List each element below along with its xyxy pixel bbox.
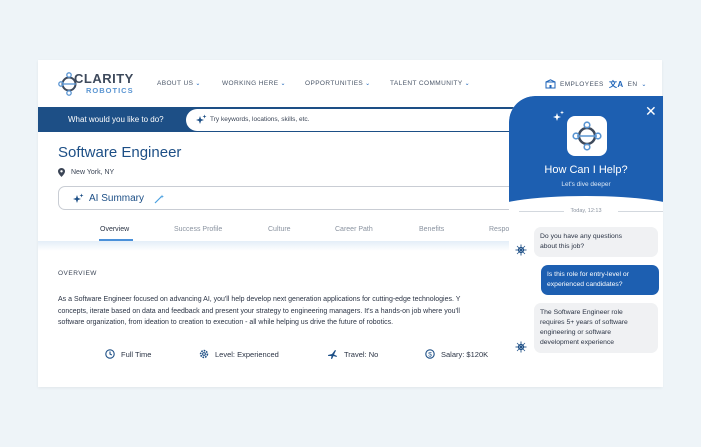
tab-benefits[interactable]: Benefits xyxy=(419,226,444,233)
gear-icon xyxy=(199,349,209,359)
assistant-logo xyxy=(567,116,607,156)
nav-working-here[interactable]: WORKING HERE ⌄ xyxy=(222,80,286,87)
nav-about-us[interactable]: ABOUT US ⌄ xyxy=(157,80,201,87)
robot-logo-icon xyxy=(572,121,602,151)
clock-icon xyxy=(105,349,115,359)
message-line: requires 5+ years of software xyxy=(540,319,628,326)
chat-message-bot: Do you have any questions about this job… xyxy=(534,227,658,257)
sparkle-icon xyxy=(196,114,207,124)
chevron-down-icon: ⌄ xyxy=(365,81,371,87)
clarity-robotics-logo[interactable]: CLARITY ROBOTICS xyxy=(58,70,133,98)
chat-assistant-panel: ✕ How Can I Help? Let's dive deeper Toda… xyxy=(509,96,663,387)
chat-title: How Can I Help? xyxy=(544,164,628,176)
svg-text:$: $ xyxy=(428,351,432,358)
close-icon[interactable]: ✕ xyxy=(645,104,657,118)
language-selector[interactable]: 文A EN ⌄ xyxy=(609,79,647,90)
nav-label: ABOUT US xyxy=(157,80,194,87)
chevron-down-icon: ⌄ xyxy=(641,82,647,88)
tab-success-profile[interactable]: Success Profile xyxy=(174,226,222,233)
nav-label: WORKING HERE xyxy=(222,80,279,87)
building-icon xyxy=(545,79,556,89)
language-label: EN xyxy=(627,81,638,88)
ai-summary-label: AI Summary xyxy=(89,193,145,204)
fact-label: Full Time xyxy=(121,349,152,359)
location-pin-icon xyxy=(58,168,65,177)
job-location: New York, NY xyxy=(58,168,114,177)
brand-subname: ROBOTICS xyxy=(86,86,134,95)
fact-salary: $ Salary: $120K xyxy=(425,349,488,359)
job-location-text: New York, NY xyxy=(71,169,115,176)
fact-employment-type: Full Time xyxy=(105,349,151,359)
translate-icon: 文A xyxy=(609,80,624,89)
message-line: about this job? xyxy=(540,243,585,250)
chat-message-bot: The Software Engineer role requires 5+ y… xyxy=(534,303,658,353)
employees-link[interactable]: EMPLOYEES xyxy=(545,79,604,89)
plane-icon xyxy=(328,350,337,359)
chat-message-user: Is this role for entry-level or experien… xyxy=(541,265,659,295)
fact-label: Level: Experienced xyxy=(215,349,279,359)
search-placeholder: Try keywords, locations, skills, etc. xyxy=(210,116,310,123)
fact-level: Level: Experienced xyxy=(199,349,279,359)
fact-label: Travel: No xyxy=(344,350,379,359)
overview-text: As a Software Engineer focused on advanc… xyxy=(58,294,518,329)
chevron-down-icon: ⌄ xyxy=(280,81,286,87)
chevron-down-icon: ⌄ xyxy=(195,81,201,87)
search-input[interactable]: Try keywords, locations, skills, etc. xyxy=(186,109,546,131)
nav-talent-community[interactable]: TALENT COMMUNITY ⌄ xyxy=(390,80,470,87)
brand-name: CLARITY xyxy=(74,71,134,86)
overview-heading: OVERVIEW xyxy=(58,270,97,277)
fact-label: Salary: $120K xyxy=(441,349,489,359)
employees-label: EMPLOYEES xyxy=(560,80,604,88)
message-line: Is this role for entry-level or xyxy=(547,271,629,278)
tab-culture[interactable]: Culture xyxy=(268,226,291,233)
overview-line: concepts, iterate based on data and feed… xyxy=(58,307,460,315)
message-line: development experience xyxy=(540,339,615,346)
message-line: Do you have any questions xyxy=(540,233,622,240)
bot-avatar-icon xyxy=(515,341,527,353)
nav-label: TALENT COMMUNITY xyxy=(390,80,463,87)
chat-date-divider: Today, 12:13 xyxy=(509,208,663,214)
chat-subtitle: Let's dive deeper xyxy=(561,181,611,188)
ai-summary-toggle[interactable]: AI Summary xyxy=(58,186,528,210)
tab-overview[interactable]: Overview xyxy=(100,226,129,233)
dollar-icon: $ xyxy=(425,349,435,359)
tab-career-path[interactable]: Career Path xyxy=(335,226,373,233)
message-line: The Software Engineer role xyxy=(540,309,623,316)
message-line: experienced candidates? xyxy=(547,281,623,288)
tab-responsibilities[interactable]: Respo xyxy=(489,226,509,233)
chevron-down-icon: ⌄ xyxy=(464,81,471,87)
overview-line: As a Software Engineer focused on advanc… xyxy=(58,296,461,303)
bot-avatar-icon xyxy=(515,244,527,256)
magic-wand-icon xyxy=(154,194,164,204)
chat-header: ✕ How Can I Help? Let's dive deeper xyxy=(509,96,663,208)
fact-travel: Travel: No xyxy=(327,349,378,360)
nav-opportunities[interactable]: OPPORTUNITIES ⌄ xyxy=(305,80,371,87)
sparkle-icon xyxy=(553,110,564,121)
sparkle-icon xyxy=(73,193,84,203)
job-title: Software Engineer xyxy=(58,144,182,161)
nav-label: OPPORTUNITIES xyxy=(305,80,364,87)
search-prompt: What would you like to do? xyxy=(68,115,164,124)
overview-line: software organization, from ideation to … xyxy=(58,319,394,326)
message-line: engineering or software xyxy=(540,329,612,336)
